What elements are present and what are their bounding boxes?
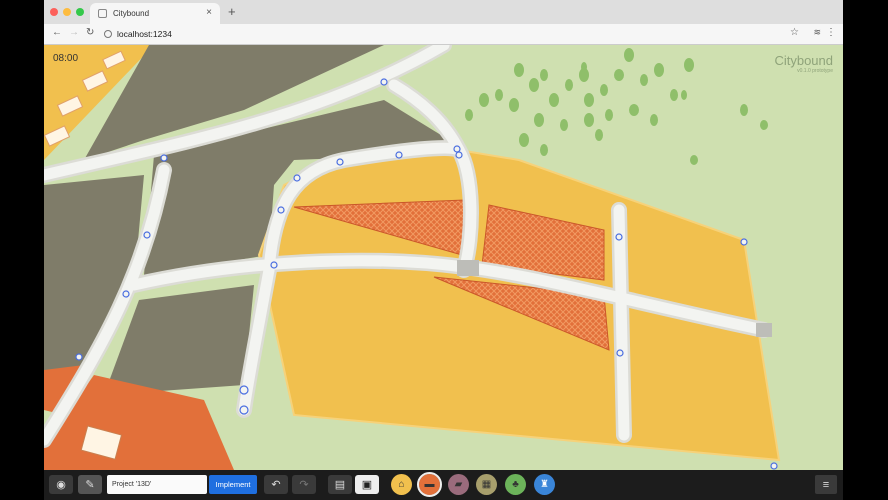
office-zone-tool[interactable]: ▦ [476,474,497,495]
residential-zone-tool[interactable]: ⌂ [391,474,412,495]
commercial-zone-tool[interactable]: ▬ [417,472,442,497]
view-mode-eye-button[interactable]: ◉ [49,475,73,494]
reload-icon[interactable]: ↻ [86,27,94,38]
hamburger-menu-icon[interactable]: ≡ [815,475,837,494]
redo-button[interactable]: ↷ [292,475,316,494]
park-zone-tool[interactable]: ♣ [505,474,526,495]
tab-bar: Citybound × + [44,0,843,24]
project-name: Project '13D' [112,481,152,488]
info-icon[interactable] [104,29,112,38]
browser-menu-icon[interactable]: ⋮ [826,27,836,38]
project-select[interactable]: Project '13D' [107,475,207,494]
brand-version: v0.1.0 prototype [797,68,833,74]
road-end-marker [457,260,479,276]
maximize-window-button[interactable] [76,8,84,16]
implement-button[interactable]: Implement [209,475,257,494]
browser-window: Citybound × + ← → ↻ localhost:1234 ☆ ≋ ⋮ [44,0,843,500]
url-field[interactable]: localhost:1234 [104,26,794,41]
window-controls [50,8,84,16]
game-viewport[interactable]: 08:00 Citybound v0.1.0 prototype [44,37,843,470]
brand-title: Citybound [774,53,833,68]
road-end-marker [756,323,772,337]
page-icon [98,9,107,18]
forward-icon[interactable]: → [69,27,79,38]
brand-logo: Citybound v0.1.0 prototype [774,53,833,74]
bookmark-star-icon[interactable]: ☆ [790,27,799,38]
industrial-zone-tool[interactable]: ▰ [448,474,469,495]
catalog-book-button[interactable]: ▤ [328,475,352,494]
undo-button[interactable]: ↶ [264,475,288,494]
close-tab-icon[interactable]: × [206,7,212,18]
new-tab-button[interactable]: + [228,4,236,19]
edit-pencil-button[interactable]: ✎ [78,475,102,494]
public-zone-tool[interactable]: ♜ [534,474,555,495]
extension-icon[interactable]: ≋ [813,27,821,38]
game-toolbar: ◉ ✎ Project '13D' Implement ↶ ↷ ▤ ▣ ⌂ ▬ … [44,470,843,500]
tab-title: Citybound [113,9,150,18]
zone-tool-button[interactable]: ▣ [355,475,379,494]
minimize-window-button[interactable] [63,8,71,16]
city-map[interactable] [44,37,843,470]
url-text: localhost:1234 [117,28,172,39]
browser-tab[interactable]: Citybound × [90,3,220,24]
close-window-button[interactable] [50,8,58,16]
back-icon[interactable]: ← [52,27,62,38]
address-bar: ← → ↻ localhost:1234 ☆ ≋ ⋮ [44,24,843,45]
game-clock: 08:00 [53,53,79,64]
